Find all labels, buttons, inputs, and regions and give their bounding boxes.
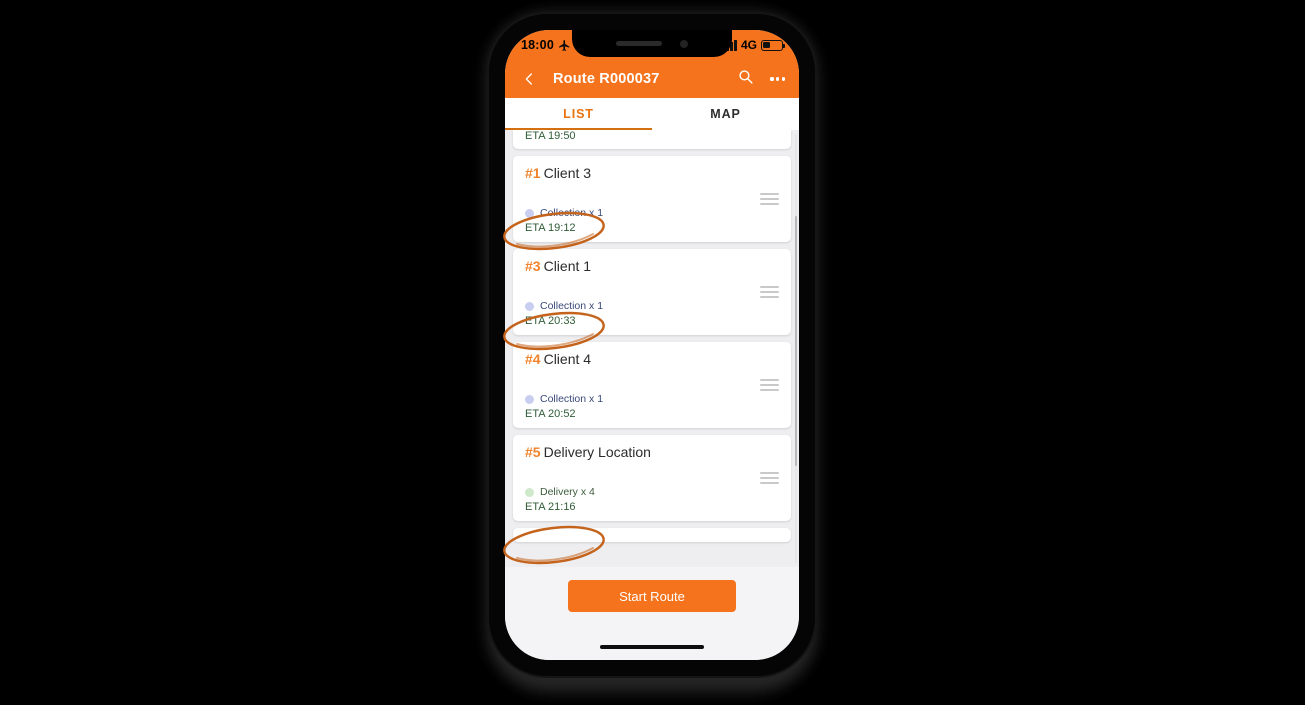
eta-label: ETA 19:50 xyxy=(525,130,576,142)
job-summary: Collection x 1 xyxy=(525,207,779,219)
screenshot-canvas: 18:00 4G Route R000037 LIST MAP ETA 19:5… xyxy=(0,0,1305,705)
job-summary: Collection x 1 xyxy=(525,393,779,405)
home-indicator xyxy=(600,645,704,649)
eta-label: ETA 20:33 xyxy=(525,315,576,327)
table-row[interactable]: #3 Client 1 Collection x 1 ETA 20:33 xyxy=(513,249,791,335)
phone-screen: 18:00 4G Route R000037 LIST MAP ETA 19:5… xyxy=(505,30,799,660)
drag-handle-icon[interactable] xyxy=(760,286,779,298)
search-icon[interactable] xyxy=(737,68,754,90)
job-type-label: Collection x 1 xyxy=(540,300,604,312)
list-item-partial-top[interactable]: ETA 19:50 xyxy=(513,130,791,149)
job-type-dot-icon xyxy=(525,487,534,497)
stop-sequence: #5 xyxy=(525,444,541,460)
eta-label: ETA 19:12 xyxy=(525,222,576,234)
eta-label: ETA 20:52 xyxy=(525,408,576,420)
stop-name: Client 4 xyxy=(543,351,592,367)
job-type-label: Collection x 1 xyxy=(540,393,604,405)
front-camera-icon xyxy=(680,39,688,48)
stop-name: Client 1 xyxy=(543,258,592,274)
tab-map[interactable]: MAP xyxy=(652,98,799,130)
status-bar-left: 18:00 xyxy=(521,38,571,52)
stop-title: #3 Client 1 xyxy=(525,258,779,274)
stop-sequence: #4 xyxy=(525,351,541,367)
table-row[interactable]: #4 Client 4 Collection x 1 ETA 20:52 xyxy=(513,342,791,428)
stop-list[interactable]: ETA 19:50 #1 Client 3 Collection x 1 ETA … xyxy=(505,130,799,567)
job-summary: Delivery x 4 xyxy=(525,486,779,498)
job-type-label: Delivery x 4 xyxy=(540,486,595,498)
eta-label: ETA 21:16 xyxy=(525,501,576,513)
tab-list-label: LIST xyxy=(563,107,594,121)
job-type-dot-icon xyxy=(525,301,534,311)
tab-list[interactable]: LIST xyxy=(505,98,652,130)
app-bar: Route R000037 xyxy=(505,60,799,98)
earpiece-speaker-icon xyxy=(616,41,662,46)
back-chevron-icon[interactable] xyxy=(519,69,539,89)
list-scrollbar-thumb[interactable] xyxy=(794,216,797,466)
phone-notch xyxy=(572,30,732,57)
stop-title: #5 Delivery Location xyxy=(525,444,779,460)
stop-name: Client 3 xyxy=(543,165,592,181)
start-route-button[interactable]: Start Route xyxy=(568,580,736,612)
job-type-dot-icon xyxy=(525,394,534,404)
job-type-label: Collection x 1 xyxy=(540,207,604,219)
battery-icon xyxy=(761,39,786,51)
tab-map-label: MAP xyxy=(710,107,741,121)
drag-handle-icon[interactable] xyxy=(760,379,779,391)
tab-bar: LIST MAP xyxy=(505,98,799,130)
status-time: 18:00 xyxy=(521,38,554,52)
list-item-partial-bottom[interactable] xyxy=(513,528,791,542)
stop-title: #4 Client 4 xyxy=(525,351,779,367)
bottom-action-bar: Start Route xyxy=(505,567,799,660)
network-type-label: 4G xyxy=(740,38,757,52)
app-bar-actions xyxy=(737,68,785,90)
page-title: Route R000037 xyxy=(553,71,660,87)
stop-sequence: #3 xyxy=(525,258,541,274)
job-summary: Collection x 1 xyxy=(525,300,779,312)
stop-name: Delivery Location xyxy=(543,444,651,460)
job-type-dot-icon xyxy=(525,208,534,218)
airplane-icon xyxy=(559,39,570,51)
table-row[interactable]: #5 Delivery Location Delivery x 4 ETA 21:… xyxy=(513,435,791,521)
drag-handle-icon[interactable] xyxy=(760,193,779,205)
drag-handle-icon[interactable] xyxy=(760,472,779,484)
more-options-icon[interactable] xyxy=(770,77,785,81)
table-row[interactable]: #1 Client 3 Collection x 1 ETA 19:12 xyxy=(513,156,791,242)
stop-title: #1 Client 3 xyxy=(525,165,779,181)
stop-sequence: #1 xyxy=(525,165,541,181)
